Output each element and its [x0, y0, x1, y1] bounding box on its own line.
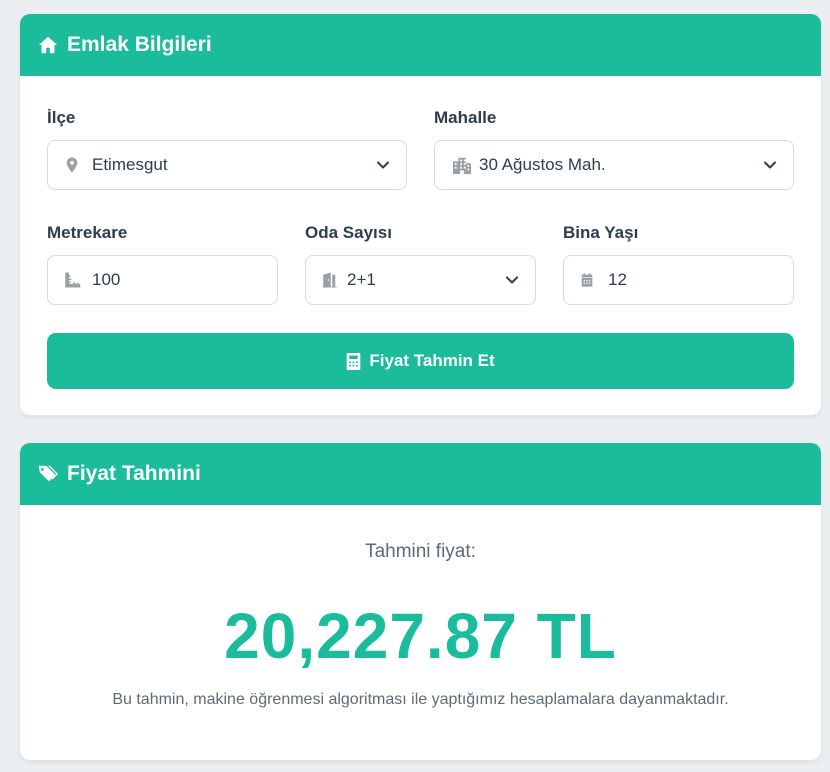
building-icon [453, 157, 471, 174]
bina-yasi-input[interactable]: 12 [563, 255, 794, 305]
price-estimate-title: Fiyat Tahmini [67, 462, 201, 485]
predict-price-button[interactable]: Fiyat Tahmin Et [47, 333, 794, 389]
oda-sayisi-value: 2+1 [347, 270, 376, 289]
estimate-disclaimer: Bu tahmin, makine öğrenmesi algoritması … [112, 691, 729, 708]
bina-yasi-label: Bina Yaşı [563, 223, 639, 242]
chevron-down-icon [377, 161, 389, 169]
price-estimate-header: Fiyat Tahmini [20, 443, 821, 505]
ilce-label: İlçe [47, 108, 76, 127]
property-info-card: Emlak Bilgileri İlçe Etimesgut Mahalle 3… [20, 14, 821, 415]
ilce-select[interactable]: Etimesgut [47, 140, 407, 190]
property-info-title: Emlak Bilgileri [67, 33, 212, 56]
mahalle-select[interactable]: 30 Ağustos Mah. [434, 140, 794, 190]
door-icon [322, 272, 337, 288]
metrekare-input[interactable]: 100 [47, 255, 278, 305]
metrekare-value: 100 [92, 270, 121, 289]
mahalle-value: 30 Ağustos Mah. [479, 155, 606, 174]
home-icon [38, 36, 58, 54]
oda-sayisi-select[interactable]: 2+1 [305, 255, 536, 305]
price-estimate-card: Fiyat Tahmini Tahmini fiyat: 20,227.87 T… [20, 443, 821, 760]
property-info-header: Emlak Bilgileri [20, 14, 821, 76]
map-marker-icon [66, 157, 78, 173]
estimated-price-label: Tahmini fiyat: [365, 541, 476, 562]
chevron-down-icon [764, 161, 776, 169]
tags-icon [38, 465, 59, 482]
chevron-down-icon [506, 276, 518, 284]
calculator-icon [347, 352, 361, 370]
ilce-value: Etimesgut [92, 155, 168, 174]
predict-price-button-label: Fiyat Tahmin Et [369, 351, 495, 370]
bina-yasi-value: 12 [608, 270, 627, 289]
calendar-icon [581, 273, 593, 287]
metrekare-label: Metrekare [47, 223, 128, 242]
mahalle-label: Mahalle [434, 108, 497, 127]
oda-sayisi-label: Oda Sayısı [305, 223, 392, 242]
ruler-icon [65, 272, 81, 288]
estimated-price-value: 20,227.87 TL [224, 600, 617, 672]
